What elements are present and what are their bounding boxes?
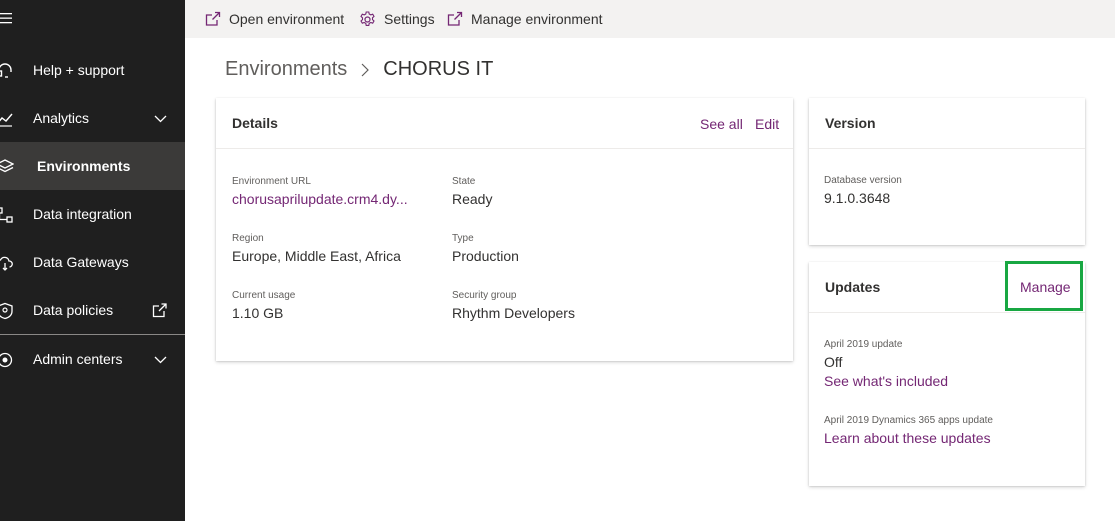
open-environment-button[interactable]: Open environment: [205, 0, 344, 38]
sidebar-item-data-policies[interactable]: Data policies: [0, 286, 185, 334]
security-group-value: Rhythm Developers: [452, 305, 575, 321]
details-card: Details See all Edit Environment URL cho…: [216, 98, 793, 361]
sidebar-item-analytics[interactable]: Analytics: [0, 94, 185, 142]
chevron-right-icon: [361, 63, 370, 76]
april-update-label: April 2019 update: [824, 339, 903, 350]
environment-url-link[interactable]: chorusaprilupdate.crm4.dy...: [232, 191, 408, 207]
version-title: Version: [825, 115, 876, 131]
layers-icon: [0, 159, 14, 173]
current-usage-value: 1.10 GB: [232, 305, 284, 321]
open-external-icon: [447, 11, 463, 26]
hamburger-menu-icon[interactable]: [0, 10, 14, 26]
current-usage-label: Current usage: [232, 290, 296, 301]
environment-url-label: Environment URL: [232, 176, 311, 187]
open-environment-label: Open environment: [229, 11, 345, 27]
type-label: Type: [452, 233, 474, 244]
sidebar-item-label: Analytics: [33, 110, 90, 126]
sidebar-item-data-gateways[interactable]: Data Gateways: [0, 238, 185, 286]
database-version-value: 9.1.0.3648: [824, 190, 891, 206]
version-card-header: Version: [809, 98, 1085, 149]
sidebar-item-label: Data policies: [33, 302, 114, 318]
chevron-down-icon[interactable]: [154, 353, 167, 366]
security-group-label: Security group: [452, 290, 517, 301]
dynamics-update-label: April 2019 Dynamics 365 apps update: [824, 415, 993, 426]
manage-environment-label: Manage environment: [471, 11, 603, 27]
external-link-icon: [152, 303, 167, 318]
see-all-link[interactable]: See all: [700, 116, 743, 132]
analytics-icon: [0, 113, 13, 127]
chevron-down-icon[interactable]: [154, 112, 167, 125]
sidebar-item-data-integration[interactable]: Data integration: [0, 190, 185, 238]
breadcrumb: Environments CHORUS IT: [225, 58, 493, 81]
edit-link[interactable]: Edit: [755, 116, 779, 132]
data-integration-icon: [0, 207, 13, 223]
sidebar: Help + support Analytics Environments Da…: [0, 0, 185, 521]
gear-icon: [360, 10, 375, 26]
breadcrumb-environments-link[interactable]: Environments: [225, 58, 347, 81]
settings-button[interactable]: Settings: [359, 0, 435, 38]
cloud-gateway-icon: [0, 256, 13, 271]
region-value: Europe, Middle East, Africa: [232, 248, 401, 264]
learn-about-updates-link[interactable]: Learn about these updates: [824, 430, 991, 446]
sidebar-item-help-support[interactable]: Help + support: [0, 46, 185, 94]
version-card: Version Database version 9.1.0.3648: [809, 98, 1085, 245]
sidebar-item-label: Data Gateways: [33, 254, 129, 270]
sidebar-item-label: Admin centers: [33, 351, 123, 367]
sidebar-item-label: Help + support: [33, 62, 125, 78]
state-value: Ready: [452, 191, 493, 207]
region-label: Region: [232, 233, 264, 244]
sidebar-item-label: Data integration: [33, 206, 132, 222]
state-label: State: [452, 176, 476, 187]
shield-icon: [0, 302, 13, 320]
details-card-header: Details See all Edit: [216, 98, 793, 149]
manage-highlight-box: [1005, 261, 1083, 311]
command-bar: Open environment Settings Manage environ…: [185, 0, 1115, 38]
headset-icon: [0, 63, 12, 78]
settings-label: Settings: [384, 11, 435, 27]
page-title: CHORUS IT: [383, 58, 494, 80]
updates-title: Updates: [825, 279, 881, 295]
sidebar-item-label: Environments: [37, 158, 131, 174]
sidebar-item-environments[interactable]: Environments: [0, 142, 185, 190]
database-version-label: Database version: [824, 175, 902, 186]
type-value: Production: [452, 248, 519, 264]
april-update-value: Off: [824, 354, 843, 370]
see-whats-included-link[interactable]: See what's included: [824, 373, 948, 389]
admin-centers-icon: [0, 352, 13, 368]
open-external-icon: [205, 11, 221, 26]
manage-environment-button[interactable]: Manage environment: [447, 0, 603, 38]
details-title: Details: [232, 115, 278, 131]
sidebar-item-admin-centers[interactable]: Admin centers: [0, 335, 185, 383]
